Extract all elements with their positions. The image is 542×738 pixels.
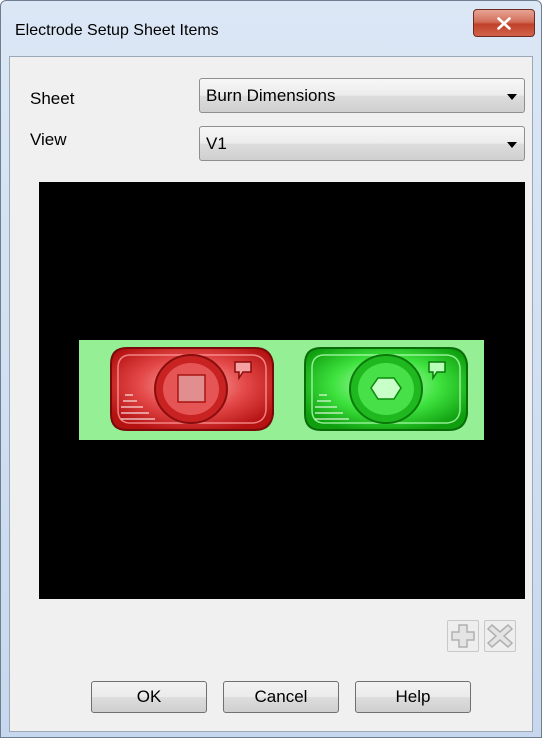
electrode-preview-image bbox=[79, 340, 484, 440]
add-icon bbox=[451, 624, 475, 648]
dialog-window: Electrode Setup Sheet Items Sheet Burn D… bbox=[0, 0, 542, 738]
close-button[interactable] bbox=[473, 9, 535, 37]
preview-viewport[interactable] bbox=[39, 182, 525, 599]
sheet-dropdown-value: Burn Dimensions bbox=[206, 86, 336, 105]
chevron-down-icon bbox=[507, 142, 517, 148]
remove-button[interactable] bbox=[484, 620, 516, 652]
chevron-down-icon bbox=[507, 94, 517, 100]
window-title: Electrode Setup Sheet Items bbox=[15, 22, 219, 39]
green-electrode bbox=[304, 347, 468, 431]
view-dropdown[interactable]: V1 bbox=[199, 126, 525, 161]
view-dropdown-value: V1 bbox=[206, 134, 227, 153]
help-button[interactable]: Help bbox=[355, 681, 471, 713]
close-icon bbox=[497, 16, 511, 30]
view-label: View bbox=[30, 130, 67, 149]
sheet-label: Sheet bbox=[30, 89, 75, 108]
remove-icon bbox=[486, 623, 514, 649]
title-bar[interactable]: Electrode Setup Sheet Items bbox=[1, 1, 541, 55]
ok-button[interactable]: OK bbox=[91, 681, 207, 713]
dialog-body: Sheet Burn Dimensions View V1 OK Cancel … bbox=[9, 56, 533, 732]
add-button[interactable] bbox=[447, 620, 479, 652]
cancel-button[interactable]: Cancel bbox=[223, 681, 339, 713]
sheet-dropdown[interactable]: Burn Dimensions bbox=[199, 78, 525, 113]
red-electrode bbox=[110, 347, 274, 431]
